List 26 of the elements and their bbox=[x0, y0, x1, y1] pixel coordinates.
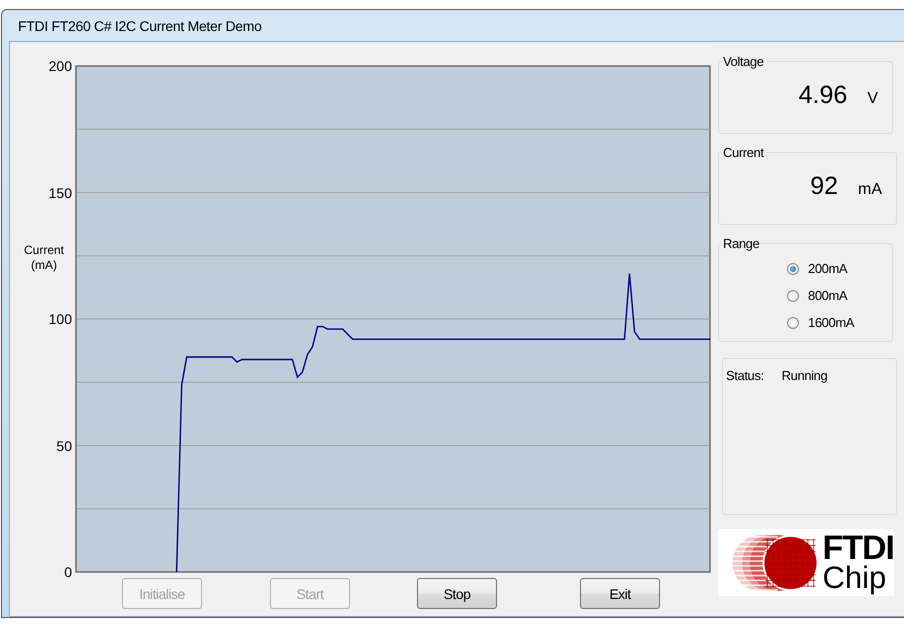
window-title: FTDI FT260 C# I2C Current Meter Demo bbox=[17, 16, 263, 36]
axis-tick-label: 100 bbox=[48, 311, 72, 327]
unit-label: mA bbox=[858, 181, 882, 199]
panel-title: Voltage bbox=[722, 54, 765, 69]
unit-label: V bbox=[867, 90, 878, 108]
radio-label[interactable]: 1600mA bbox=[808, 315, 854, 330]
radio-button[interactable] bbox=[787, 316, 799, 328]
panel-title: Range bbox=[722, 236, 760, 251]
radio-button[interactable] bbox=[787, 262, 799, 274]
status-value: Running bbox=[782, 368, 828, 383]
axis-tick-label: 200 bbox=[48, 58, 72, 74]
sphere-logo-icon bbox=[732, 534, 819, 591]
radio-label[interactable]: 800mA bbox=[808, 288, 848, 303]
axis-tick-label: 50 bbox=[56, 438, 72, 454]
axis-tick-label: 150 bbox=[48, 184, 72, 200]
panel-title: Current bbox=[722, 145, 765, 160]
radio-button[interactable] bbox=[787, 290, 799, 302]
push-button[interactable]: Exit bbox=[580, 578, 660, 609]
axis-title: Current (mA) bbox=[22, 243, 65, 273]
reading-value: 4.96 bbox=[798, 81, 848, 110]
radio-label[interactable]: 200mA bbox=[808, 261, 848, 276]
status-label: Status: bbox=[726, 368, 764, 383]
axis-tick-label: 0 bbox=[64, 564, 72, 580]
logo-text: FTDI bbox=[822, 534, 894, 562]
reading-value: 92 bbox=[810, 172, 838, 201]
push-button[interactable]: Stop bbox=[417, 578, 497, 609]
